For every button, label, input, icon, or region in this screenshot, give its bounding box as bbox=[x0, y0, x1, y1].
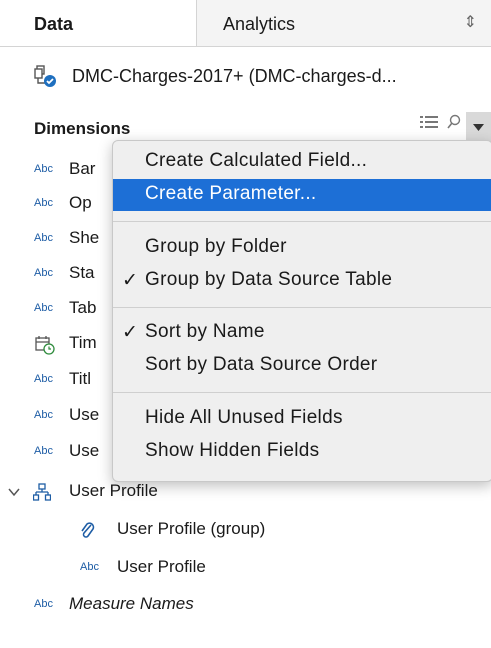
menu-item-label: Sort by Data Source Order bbox=[145, 354, 378, 375]
menu-separator bbox=[113, 307, 491, 308]
date-time-icon bbox=[35, 336, 55, 355]
triangle-down-icon bbox=[473, 124, 484, 131]
menu-item-sort-by-data-source-order[interactable]: Sort by Data Source Order bbox=[113, 350, 491, 382]
menu-item-label: Group by Folder bbox=[145, 236, 287, 257]
updown-arrows-icon: ⇕ bbox=[463, 14, 477, 31]
view-list-icon[interactable] bbox=[420, 115, 438, 129]
menu-item-sort-by-name[interactable]: ✓ Sort by Name bbox=[113, 317, 491, 349]
menu-item-label: Create Calculated Field... bbox=[145, 150, 368, 171]
measure-names-label: Measure Names bbox=[69, 594, 194, 613]
menu-item-show-hidden-fields[interactable]: Show Hidden Fields bbox=[113, 436, 491, 468]
dimensions-header: Dimensions bbox=[34, 119, 131, 138]
field-label: Tim bbox=[69, 333, 97, 352]
datasource-label: DMC-Charges-2017+ (DMC-charges-d... bbox=[72, 66, 397, 86]
string-type-icon: Abc bbox=[34, 232, 53, 244]
menu-item-group-by-folder[interactable]: Group by Folder bbox=[113, 232, 491, 264]
menu-item-group-by-data-source-table[interactable]: ✓ Group by Data Source Table bbox=[113, 265, 491, 297]
field-label: Sta bbox=[69, 263, 95, 282]
menu-separator bbox=[113, 221, 491, 222]
menu-item-create-calculated-field[interactable]: Create Calculated Field... bbox=[113, 146, 491, 178]
string-type-icon: Abc bbox=[34, 445, 53, 457]
string-type-icon: Abc bbox=[34, 267, 53, 279]
group-row[interactable]: User Profile (group) bbox=[0, 518, 491, 544]
field-label: She bbox=[69, 228, 100, 247]
field-label: Titl bbox=[69, 369, 92, 388]
tab-data[interactable]: Data bbox=[0, 0, 197, 46]
menu-separator bbox=[113, 392, 491, 393]
field-label: User Profile bbox=[117, 557, 206, 576]
menu-item-create-parameter[interactable]: Create Parameter... bbox=[113, 179, 491, 211]
datasource-icon bbox=[34, 65, 56, 87]
tab-analytics-label: Analytics bbox=[223, 14, 296, 34]
field-label: Use bbox=[69, 441, 100, 460]
string-type-icon: Abc bbox=[34, 302, 53, 314]
folder-row[interactable]: User Profile bbox=[0, 480, 491, 506]
context-menu: Create Calculated Field... Create Parame… bbox=[112, 140, 491, 482]
field-label: Op bbox=[69, 193, 92, 212]
group-label: User Profile (group) bbox=[117, 519, 266, 538]
checkmark-icon: ✓ bbox=[122, 322, 139, 343]
list-item[interactable]: Abc User Profile bbox=[0, 556, 491, 582]
field-label: Use bbox=[69, 405, 100, 424]
menu-item-label: Create Parameter... bbox=[145, 183, 317, 204]
menu-item-label: Hide All Unused Fields bbox=[145, 407, 343, 428]
menu-item-hide-all-unused-fields[interactable]: Hide All Unused Fields bbox=[113, 403, 491, 435]
tab-data-label: Data bbox=[34, 14, 74, 34]
field-label: Tab bbox=[69, 298, 97, 317]
checkmark-icon: ✓ bbox=[122, 270, 139, 291]
menu-item-label: Show Hidden Fields bbox=[145, 440, 320, 461]
folder-label: User Profile bbox=[69, 481, 158, 500]
search-icon[interactable] bbox=[446, 114, 462, 130]
measure-names-row[interactable]: Abc Measure Names bbox=[0, 593, 491, 619]
string-type-icon: Abc bbox=[34, 197, 53, 209]
tab-analytics[interactable]: Analytics ⇕ bbox=[197, 0, 491, 46]
string-type-icon: Abc bbox=[80, 561, 99, 573]
string-type-icon: Abc bbox=[34, 163, 53, 175]
hierarchy-icon bbox=[33, 483, 51, 501]
string-type-icon: Abc bbox=[34, 598, 53, 610]
string-type-icon: Abc bbox=[34, 373, 53, 385]
chevron-down-icon[interactable] bbox=[8, 487, 20, 497]
menu-item-label: Group by Data Source Table bbox=[145, 269, 393, 290]
paperclip-icon bbox=[81, 522, 95, 538]
tab-bar: Data Analytics ⇕ bbox=[0, 0, 491, 47]
string-type-icon: Abc bbox=[34, 409, 53, 421]
field-label: Bar bbox=[69, 159, 96, 178]
menu-item-label: Sort by Name bbox=[145, 321, 265, 342]
